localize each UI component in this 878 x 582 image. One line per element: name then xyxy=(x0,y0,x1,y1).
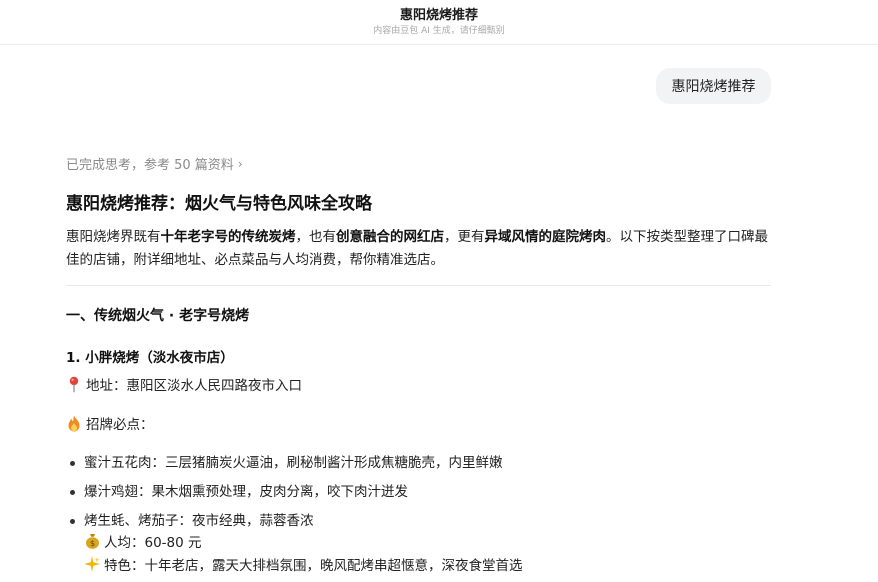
fire-icon xyxy=(66,414,82,432)
list-item: 爆汁鸡翅：果木烟熏预处理，皮肉分离，咬下肉汁迸发 xyxy=(66,480,772,509)
intro-bold: 异域风情的庭院烤肉 xyxy=(484,229,607,245)
dish-text: 蜜汁五花肉：三层猪腩炭火逼油，刷秘制酱汁形成焦糖脆壳，内里鲜嫩 xyxy=(84,455,503,471)
bullet-dot xyxy=(70,461,75,466)
address-text: 地址：惠阳区淡水人民四路夜市入口 xyxy=(86,378,302,394)
answer-title: 惠阳烧烤推荐：烟火气与特色风味全攻略 xyxy=(66,194,372,214)
signature-label-text: 招牌必点： xyxy=(86,417,154,433)
top-bar: 惠阳烧烤推荐 内容由豆包 AI 生成，请仔细甄别 xyxy=(0,0,878,45)
shop-feature: 特色：十年老店，露天大排档氛围，晚风配烤串超惬意，深夜食堂首选 xyxy=(84,554,523,574)
bullet-dot xyxy=(70,490,75,495)
bullet-dot xyxy=(70,519,75,524)
signature-dishes-label: 招牌必点： xyxy=(66,413,154,433)
conversation-title: 惠阳烧烤推荐 xyxy=(399,8,478,23)
shop-price: $ 人均：60-80 元 xyxy=(84,531,202,551)
intro-bold: 十年老字号的传统炭烤 xyxy=(160,229,296,245)
shop-heading: 1. 小胖烧烤（淡水夜市店） xyxy=(66,350,234,366)
list-item: 蜜汁五花肉：三层猪腩炭火逼油，刷秘制酱汁形成焦糖脆壳，内里鲜嫩 xyxy=(66,451,772,480)
ai-disclaimer: 内容由豆包 AI 生成，请仔细甄别 xyxy=(373,26,505,36)
intro-text: ，更有 xyxy=(444,229,485,245)
thinking-summary-toggle[interactable]: 已完成思考，参考 50 篇资料 › xyxy=(66,154,243,174)
price-text: 人均：60-80 元 xyxy=(104,535,202,551)
sparkle-icon xyxy=(84,555,100,573)
dish-text: 爆汁鸡翅：果木烟熏预处理，皮肉分离，咬下肉汁迸发 xyxy=(84,484,408,500)
dish-text: 烤生蚝、烤茄子：夜市经典，蒜蓉香浓 xyxy=(84,513,314,529)
dish-list: 蜜汁五花肉：三层猪腩炭火逼油，刷秘制酱汁形成焦糖脆壳，内里鲜嫩 爆汁鸡翅：果木烟… xyxy=(66,451,772,538)
feature-text: 特色：十年老店，露天大排档氛围，晚风配烤串超惬意，深夜食堂首选 xyxy=(104,558,523,574)
thinking-summary-label: 已完成思考，参考 50 篇资料 xyxy=(66,158,234,173)
shop-address: 地址：惠阳区淡水人民四路夜市入口 xyxy=(66,374,302,394)
section-divider xyxy=(66,285,771,286)
money-bag-icon: $ xyxy=(84,532,100,550)
pin-icon xyxy=(66,375,82,393)
intro-text: ，也有 xyxy=(295,229,337,245)
answer-intro: 惠阳烧烤界既有十年老字号的传统炭烤，也有创意融合的网红店，更有异域风情的庭院烤肉… xyxy=(66,226,772,272)
user-message-bubble[interactable]: 惠阳烧烤推荐 xyxy=(656,68,771,104)
intro-text: 惠阳烧烤界既有 xyxy=(66,229,161,245)
svg-text:$: $ xyxy=(89,539,94,548)
intro-bold: 创意融合的网红店 xyxy=(336,229,444,245)
chevron-right-icon: › xyxy=(237,156,243,171)
section-heading: 一、传统烟火气 · 老字号烧烤 xyxy=(66,308,250,324)
